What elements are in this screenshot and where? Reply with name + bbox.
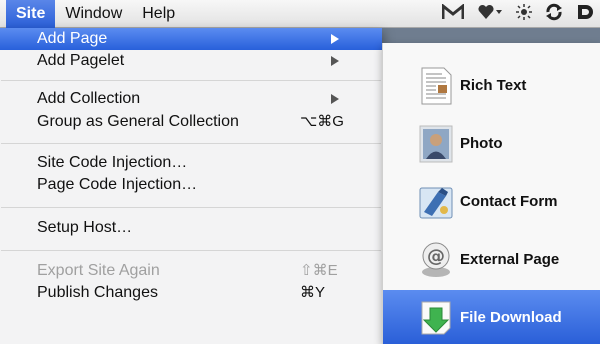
menu-separator	[1, 250, 381, 251]
submenu-item-label: Contact Form	[460, 193, 558, 210]
menu-item-add-page[interactable]: Add Page	[0, 28, 382, 50]
menu-item-publish-changes[interactable]: Publish Changes ⌘Y	[0, 282, 382, 304]
submenu-item-file-download[interactable]: File Download	[383, 290, 600, 344]
file-download-icon	[418, 298, 454, 338]
submenu-arrow-icon	[331, 94, 339, 104]
external-page-icon: @	[418, 240, 454, 280]
submenu-arrow-icon	[331, 34, 339, 44]
menu-help[interactable]: Help	[132, 0, 185, 28]
brightness-icon[interactable]	[516, 3, 532, 25]
submenu-item-label: File Download	[460, 309, 562, 326]
photo-icon	[418, 124, 454, 164]
menu-item-shortcut: ⇧⌘E	[300, 262, 338, 279]
add-page-submenu: Rich Text Photo Contact Form @ External …	[382, 43, 600, 344]
menu-item-shortcut: ⌥⌘G	[300, 113, 344, 130]
dropbox-icon[interactable]	[576, 3, 594, 26]
submenu-item-contact-form[interactable]: Contact Form	[383, 174, 600, 228]
menu-item-add-pagelet[interactable]: Add Pagelet	[0, 50, 382, 72]
menu-item-shortcut: ⌘Y	[300, 284, 326, 301]
rich-text-icon	[418, 66, 454, 106]
menu-bar: Site Window Help	[0, 0, 600, 28]
menu-item-label: Export Site Again	[37, 262, 160, 279]
menu-item-label: Site Code Injection…	[37, 154, 188, 171]
menu-item-setup-host[interactable]: Setup Host…	[0, 217, 382, 239]
menu-item-label: Page Code Injection…	[37, 176, 198, 193]
submenu-item-rich-text[interactable]: Rich Text	[383, 58, 600, 112]
menu-separator	[1, 143, 381, 144]
menu-item-label: Setup Host…	[37, 219, 133, 236]
submenu-arrow-icon	[331, 56, 339, 66]
menu-item-label: Add Pagelet	[37, 52, 125, 69]
site-menu: Add Page Add Pagelet Add Collection Grou…	[0, 28, 382, 344]
menu-item-page-code-injection[interactable]: Page Code Injection…	[0, 174, 382, 196]
menu-extras	[441, 0, 594, 28]
gmail-icon[interactable]	[441, 2, 465, 25]
sync-icon[interactable]	[545, 3, 563, 26]
menu-item-add-collection[interactable]: Add Collection	[0, 88, 382, 110]
heart-dropdown-icon[interactable]	[477, 4, 503, 25]
submenu-item-label: Photo	[460, 135, 503, 152]
contact-form-icon	[418, 182, 454, 222]
menu-separator	[1, 80, 381, 81]
submenu-item-label: External Page	[460, 251, 560, 268]
menu-separator	[1, 207, 381, 208]
menu-item-group-general-collection[interactable]: Group as General Collection ⌥⌘G	[0, 111, 382, 133]
submenu-item-external-page[interactable]: @ External Page	[383, 232, 600, 286]
menu-site[interactable]: Site	[6, 0, 56, 28]
submenu-item-photo[interactable]: Photo	[383, 116, 600, 170]
menu-item-label: Add Collection	[37, 90, 141, 107]
svg-text:@: @	[427, 246, 445, 267]
menu-item-label: Add Page	[37, 30, 108, 47]
submenu-item-label: Rich Text	[460, 77, 527, 94]
menu-item-site-code-injection[interactable]: Site Code Injection…	[0, 152, 382, 174]
menu-item-export-site-again: Export Site Again ⇧⌘E	[0, 260, 382, 282]
menu-window[interactable]: Window	[55, 0, 132, 28]
menu-item-label: Group as General Collection	[37, 113, 239, 130]
menu-item-label: Publish Changes	[37, 284, 158, 301]
